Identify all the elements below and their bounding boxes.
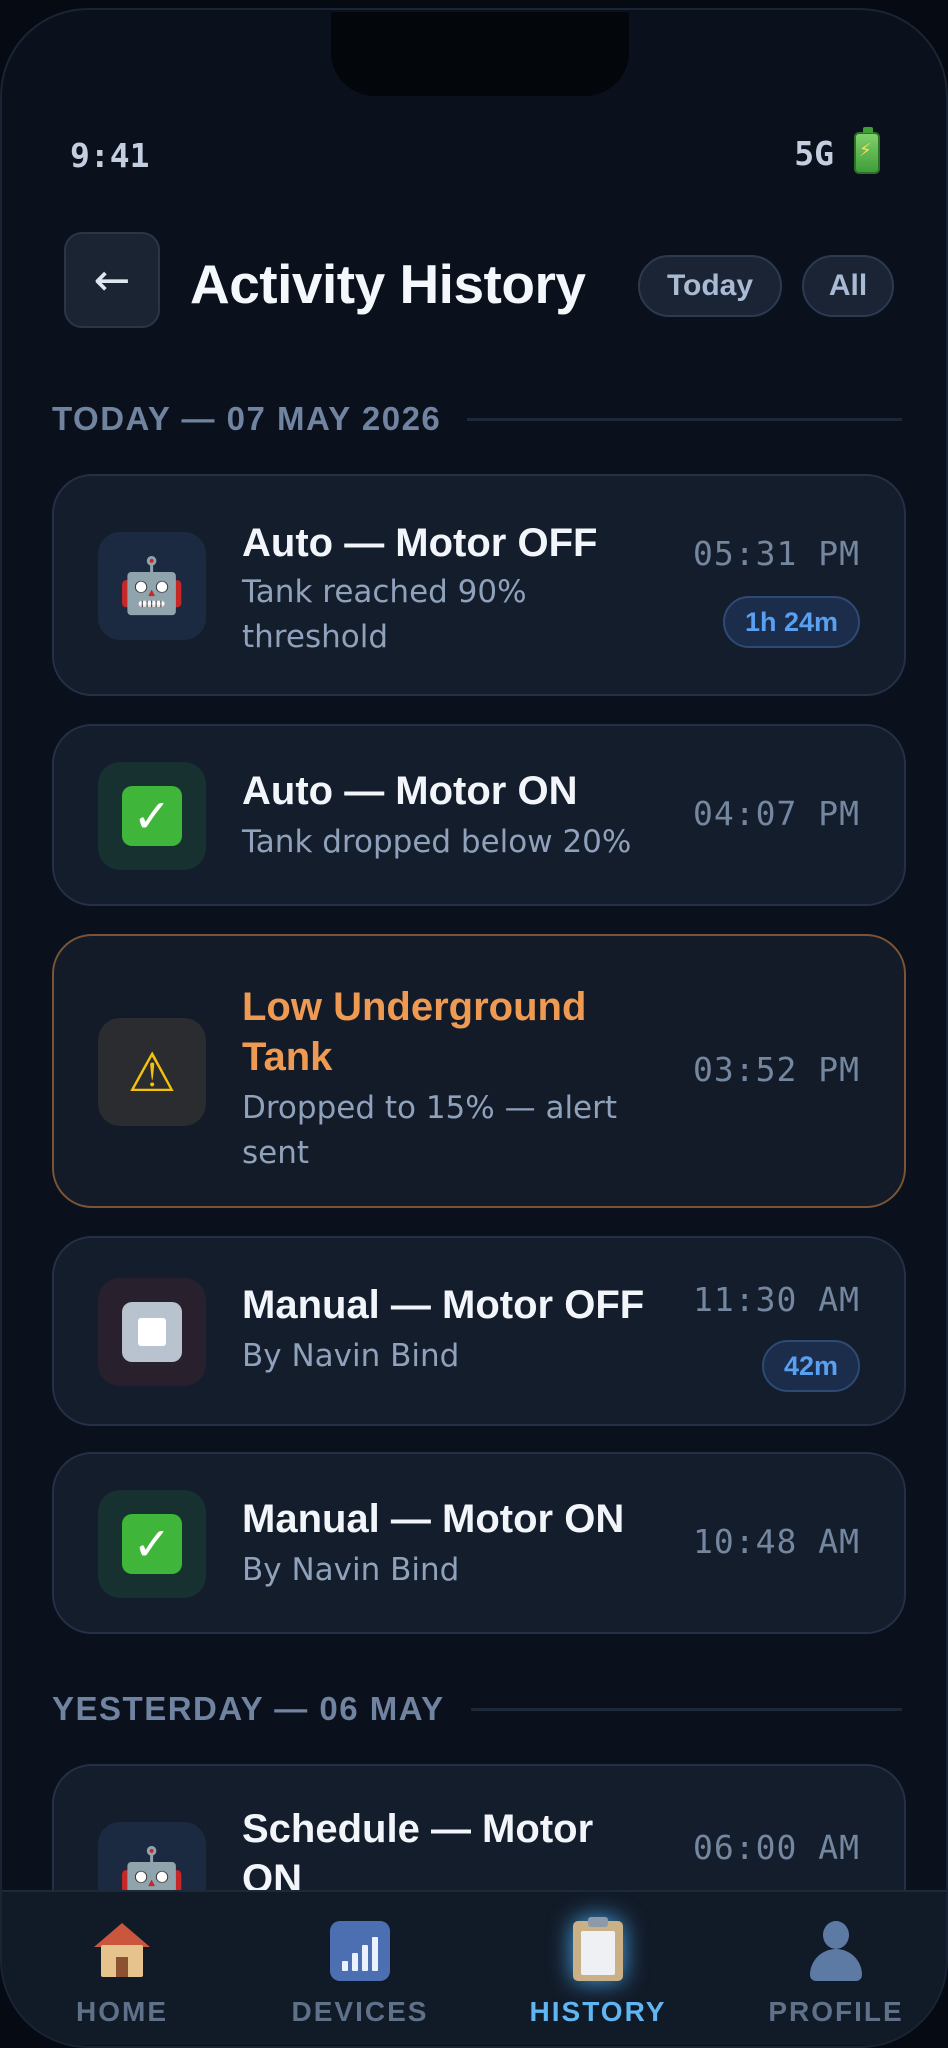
section-divider bbox=[467, 417, 902, 421]
nav-home[interactable]: HOME bbox=[22, 1916, 222, 2028]
section-divider bbox=[470, 1707, 902, 1711]
section-header-today: TODAY — 07 MAY 2026 bbox=[52, 400, 902, 438]
page-title: Activity History bbox=[190, 253, 586, 315]
event-title: Manual — Motor ON bbox=[242, 1497, 625, 1541]
event-time: 04:07 PM bbox=[693, 794, 860, 833]
activity-card[interactable]: 🤖 Auto — Motor OFF Tank reached 90% thre… bbox=[52, 474, 906, 696]
check-icon: ✓ bbox=[98, 1490, 206, 1598]
arrow-left-icon: ← bbox=[93, 254, 131, 306]
event-subtitle: By Navin Bind bbox=[242, 1552, 460, 1588]
battery-icon bbox=[854, 127, 880, 174]
nav-history[interactable]: HISTORY bbox=[498, 1916, 698, 2028]
notch bbox=[331, 12, 629, 96]
event-title: Auto — Motor OFF bbox=[242, 521, 598, 565]
profile-icon bbox=[736, 1916, 936, 1986]
phone-frame: 9:41 5G ← Activity History Today All TOD… bbox=[0, 8, 948, 2048]
history-icon bbox=[498, 1916, 698, 1986]
status-indicators: 5G bbox=[794, 127, 880, 174]
event-title: Low Underground Tank bbox=[242, 985, 587, 1079]
nav-label: HISTORY bbox=[529, 1996, 667, 2027]
devices-icon bbox=[260, 1916, 460, 1986]
network-label: 5G bbox=[794, 133, 834, 173]
event-title: Auto — Motor ON bbox=[242, 769, 578, 813]
activity-card[interactable]: ✓ Manual — Motor ON By Navin Bind 10:48 … bbox=[52, 1452, 906, 1634]
stop-icon bbox=[98, 1278, 206, 1386]
duration-badge: 42m bbox=[761, 1340, 860, 1392]
nav-label: HOME bbox=[76, 1996, 168, 2027]
status-time: 9:41 bbox=[70, 136, 150, 175]
check-icon: ✓ bbox=[98, 762, 206, 870]
back-button[interactable]: ← bbox=[64, 232, 160, 328]
event-subtitle: Dropped to 15% — alert sent bbox=[242, 1090, 618, 1171]
event-time: 06:00 AM bbox=[693, 1828, 860, 1867]
event-time: 11:30 AM bbox=[693, 1280, 860, 1319]
section-label: YESTERDAY — 06 MAY bbox=[52, 1690, 445, 1727]
event-time: 10:48 AM bbox=[693, 1522, 860, 1561]
event-time: 03:52 PM bbox=[693, 1050, 860, 1089]
robot-icon: 🤖 bbox=[98, 532, 206, 640]
home-icon bbox=[22, 1916, 222, 1986]
filter-today-chip[interactable]: Today bbox=[638, 255, 782, 317]
warning-icon: ⚠ bbox=[98, 1018, 206, 1126]
bottom-nav: HOME DEVICES HISTORY PROFILE bbox=[2, 1890, 946, 2045]
event-title: Manual — Motor OFF bbox=[242, 1283, 645, 1327]
section-label: TODAY — 07 MAY 2026 bbox=[52, 400, 442, 437]
event-time: 05:31 PM bbox=[693, 534, 860, 573]
event-title: Schedule — Motor ON bbox=[242, 1807, 594, 1901]
nav-label: PROFILE bbox=[768, 1996, 904, 2027]
activity-card[interactable]: Manual — Motor OFF By Navin Bind 11:30 A… bbox=[52, 1236, 906, 1426]
event-subtitle: By Navin Bind bbox=[242, 1338, 460, 1374]
nav-devices[interactable]: DEVICES bbox=[260, 1916, 460, 2028]
filter-all-chip[interactable]: All bbox=[802, 255, 894, 317]
event-subtitle: Tank dropped below 20% bbox=[242, 824, 632, 860]
section-header-yesterday: YESTERDAY — 06 MAY bbox=[52, 1690, 902, 1728]
activity-card[interactable]: ✓ Auto — Motor ON Tank dropped below 20%… bbox=[52, 724, 906, 906]
event-subtitle: Tank reached 90% threshold bbox=[242, 574, 527, 655]
alert-card[interactable]: ⚠ Low Underground Tank Dropped to 15% — … bbox=[52, 934, 906, 1208]
nav-label: DEVICES bbox=[291, 1996, 429, 2027]
duration-badge: 1h 24m bbox=[722, 596, 860, 648]
nav-profile[interactable]: PROFILE bbox=[736, 1916, 936, 2028]
